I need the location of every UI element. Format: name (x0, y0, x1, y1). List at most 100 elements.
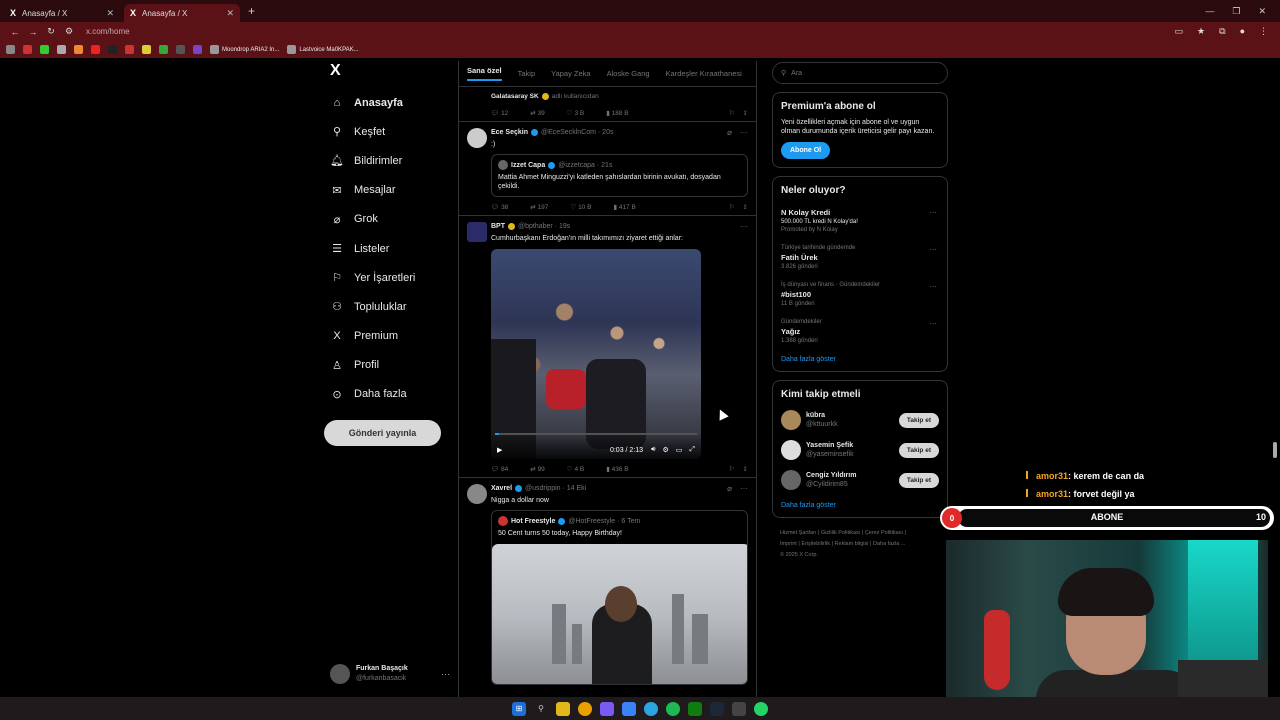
video-player[interactable]: ▶ 0:03 / 2:13 🔊︎ ⚙ ▭ ⤢ (491, 249, 701, 459)
views-button[interactable]: ▮ 417 B (613, 203, 635, 211)
repost-button[interactable]: ⇄ 99 (530, 465, 545, 473)
trend-item[interactable]: Gündemdekiler Yağız 1.388 gönderi ··· (781, 319, 939, 344)
avatar[interactable] (781, 410, 801, 430)
quote-image[interactable] (492, 544, 747, 684)
nav-item-5[interactable]: ☰ Listeler (320, 234, 450, 263)
tab-aloske-gang[interactable]: Aloske Gang (607, 69, 650, 78)
nav-item-1[interactable]: ⚲ Keşfet (320, 117, 450, 146)
post-handle[interactable]: @EceSecklnCom (541, 129, 596, 136)
kick-icon[interactable] (40, 45, 49, 54)
account-icon[interactable]: ● (1240, 26, 1245, 37)
whatsapp-icon[interactable] (754, 701, 768, 716)
nav-item-2[interactable]: 🔔︎ Bildirimler (320, 146, 450, 175)
post-time[interactable]: 14 Eki (567, 485, 586, 492)
footer-link[interactable]: Çerez Politikası (865, 530, 903, 536)
folder-icon[interactable] (142, 45, 151, 54)
bookmark-icon[interactable] (159, 45, 168, 54)
follow-button[interactable]: Takip et (898, 412, 939, 428)
more-icon[interactable]: ··· (740, 222, 748, 231)
post-time[interactable]: 19s (559, 223, 570, 230)
minimize-icon[interactable]: — (1205, 6, 1214, 17)
more-icon[interactable]: ··· (929, 208, 937, 217)
bookmark-icon[interactable] (74, 45, 83, 54)
post[interactable]: Ece Seçkin @EceSecklnCom · 20s ⌀ ··· :) … (459, 122, 756, 216)
play-icon[interactable]: ▶ (497, 446, 502, 454)
app-icon[interactable] (732, 701, 746, 716)
reply-button[interactable]: 💬︎ 12 (491, 109, 508, 117)
footer-link[interactable]: Daha fazla ... (873, 541, 905, 547)
nav-item-6[interactable]: ⚐ Yer İşaretleri (320, 263, 450, 292)
repost-button[interactable]: ⇄ 39 (530, 109, 545, 117)
cast-icon[interactable]: ▭ (1175, 26, 1184, 37)
subscribe-button[interactable]: Abone Ol (781, 142, 831, 159)
gmail-icon[interactable] (23, 45, 32, 54)
post-handle[interactable]: @bpthaber (518, 223, 553, 230)
post-author[interactable]: BPT (491, 223, 505, 230)
xbox-icon[interactable] (688, 701, 702, 716)
post[interactable]: BPT @bpthaber · 19s ··· Cumhurbaşkanı Er… (459, 216, 756, 478)
search-input[interactable]: ⚲ Ara (772, 62, 948, 84)
close-icon[interactable]: ✕ (226, 8, 234, 19)
account-switcher[interactable]: Furkan Başaçık @furkanbasacik ··· (330, 660, 450, 688)
share-icon[interactable]: ⇪ (743, 465, 748, 473)
app-icon[interactable] (622, 701, 636, 716)
footer-link[interactable]: Imprint (780, 541, 797, 547)
avatar[interactable] (467, 484, 487, 504)
nav-item-10[interactable]: ⊙ Daha fazla (320, 380, 450, 409)
volume-icon[interactable]: 🔊︎ (651, 446, 655, 454)
bookmark-icon[interactable] (125, 45, 134, 54)
close-icon[interactable]: ✕ (106, 8, 114, 19)
nav-item-0[interactable]: ⌂ Anasayfa (320, 88, 450, 117)
link-icon[interactable] (57, 45, 66, 54)
post-handle[interactable]: @usdrippin (525, 485, 561, 492)
apps-icon[interactable] (6, 45, 15, 54)
bookmark-icon[interactable]: ⚐ (729, 109, 735, 117)
post-button[interactable]: Gönderi yayınla (324, 420, 441, 446)
fullscreen-icon[interactable]: ⤢ (689, 446, 695, 454)
bookmark-icon[interactable]: ⚐ (729, 203, 735, 211)
footer-link[interactable]: Hizmet Şartları (780, 530, 816, 536)
show-more-link[interactable]: Daha fazla göster (781, 356, 939, 363)
show-more-link[interactable]: Daha fazla göster (781, 502, 939, 509)
more-icon[interactable]: ··· (740, 128, 748, 137)
page-scrollbar[interactable] (1272, 62, 1278, 697)
avatar[interactable] (467, 128, 487, 148)
post[interactable]: Xavrel @usdrippin · 14 Eki ⌀ ··· Nigga a… (459, 478, 756, 689)
tab-for-you[interactable]: Sana özel (467, 66, 502, 81)
x-logo-icon[interactable]: X (330, 62, 450, 88)
windows-start-icon[interactable]: ⊞ (512, 701, 526, 716)
new-tab-icon[interactable]: + (248, 4, 255, 18)
footer-link[interactable]: Gizlilik Politikası (821, 530, 860, 536)
bookmark-item[interactable]: Lastvoice Ma0KPAK... (287, 45, 359, 54)
avatar[interactable] (467, 222, 487, 242)
follow-button[interactable]: Takip et (898, 472, 939, 488)
footer-link[interactable]: Reklam bilgisi (835, 541, 869, 547)
settings-icon[interactable]: ⚙ (662, 446, 668, 454)
app-icon[interactable] (600, 701, 614, 716)
post-author[interactable]: Ece Seçkin (491, 129, 528, 136)
avatar[interactable] (781, 440, 801, 460)
more-icon[interactable]: ··· (929, 282, 937, 291)
follow-suggestion[interactable]: Cengiz Yıldırım @Cyildirim85 Takip et (781, 470, 939, 490)
back-icon[interactable]: ← (6, 27, 24, 37)
site-info-icon[interactable]: ⚙ (60, 26, 78, 37)
chrome-icon[interactable] (578, 701, 592, 716)
follow-suggestion[interactable]: Yasemin Şefik @yaseminsefik Takip et (781, 440, 939, 460)
repost-button[interactable]: ⇄ 197 (530, 203, 548, 211)
post-time[interactable]: 20s (602, 129, 613, 136)
trend-item[interactable]: N Kolay Kredi 500.000 TL kredi N Kolay'd… (781, 208, 939, 233)
tab-following[interactable]: Takip (518, 69, 536, 78)
like-button[interactable]: ♡ 3 B (567, 109, 584, 117)
post-author[interactable]: Xavrel (491, 485, 512, 492)
bookmark-icon[interactable] (193, 45, 202, 54)
nav-item-7[interactable]: ⚇ Topluluklar (320, 292, 450, 321)
url-field[interactable]: x.com/home (86, 27, 130, 36)
tab-ai[interactable]: Yapay Zeka (551, 69, 590, 78)
avatar[interactable] (781, 470, 801, 490)
extensions-icon[interactable]: ⧉ (1219, 26, 1225, 37)
nav-item-9[interactable]: ♙ Profil (320, 351, 450, 380)
reply-button[interactable]: 💬︎ 38 (491, 203, 508, 211)
browser-tab-active[interactable]: X Anasayfa / X ✕ (124, 4, 240, 22)
more-icon[interactable]: ··· (929, 319, 937, 328)
follow-button[interactable]: Takip et (898, 442, 939, 458)
